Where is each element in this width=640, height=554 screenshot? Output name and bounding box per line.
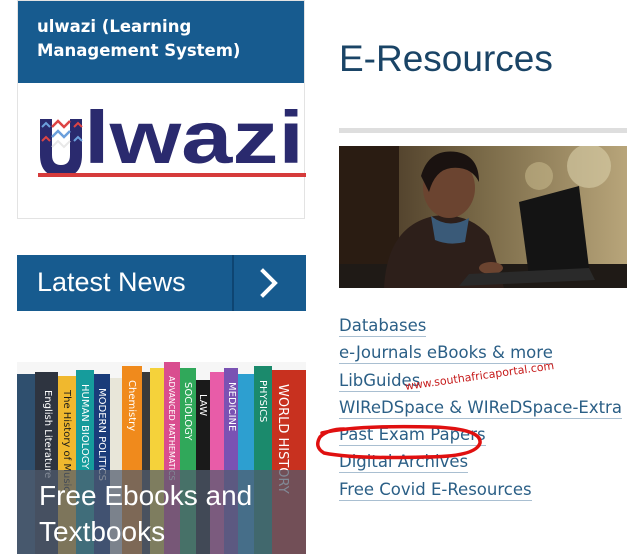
e-resources-title: E-Resources [339, 38, 553, 79]
ulwazi-logo[interactable]: lwazi [38, 97, 306, 183]
ulwazi-header[interactable]: ulwazi (Learning Management System) [18, 1, 304, 83]
link-item: Databases [339, 316, 622, 343]
title-divider [339, 128, 627, 133]
news-divider [232, 255, 234, 311]
latest-news-label: Latest News [37, 267, 186, 297]
book-spine: ADVANCED MATHEMATICS [167, 376, 176, 481]
student-laptop-photo [339, 146, 627, 288]
free-ebooks-banner[interactable]: English Literature The History of Music … [17, 362, 306, 554]
link-wiredspace[interactable]: WIReDSpace & WIReDSpace-Extra [339, 397, 622, 419]
link-item: Free Covid E-Resources [339, 479, 622, 507]
book-spine: LAW [197, 394, 208, 416]
link-item: e-Journals eBooks & more [339, 343, 622, 370]
book-spine: PHYSICS [257, 380, 268, 422]
link-free-covid-resources[interactable]: Free Covid E-Resources [339, 479, 532, 501]
book-spine: SOCIOLOGY [182, 382, 193, 441]
ebooks-title[interactable]: Free Ebooks and Textbooks [39, 478, 299, 550]
book-spine: English Literature [42, 390, 53, 478]
latest-news-button[interactable]: Latest News [17, 255, 306, 311]
ulwazi-logo-pattern [40, 119, 83, 177]
book-spine: Chemistry [126, 380, 137, 431]
link-item: WIReDSpace & WIReDSpace-Extra [339, 397, 622, 425]
chevron-right-icon [260, 268, 278, 298]
red-highlight-circle [316, 424, 482, 460]
e-resources-links: Databases e-Journals eBooks & more LibGu… [339, 316, 622, 507]
link-ejournals-ebooks[interactable]: e-Journals eBooks & more [339, 343, 553, 365]
book-spine: MODERN POLITICS [96, 388, 107, 481]
link-databases[interactable]: Databases [339, 316, 427, 337]
book-spine: MEDICINE [226, 382, 237, 431]
ulwazi-card[interactable]: ulwazi (Learning Management System) lwaz… [17, 0, 306, 219]
book-spine: HUMAN BIOLOGY [79, 384, 90, 470]
ulwazi-logo-text: lwazi [84, 97, 304, 179]
